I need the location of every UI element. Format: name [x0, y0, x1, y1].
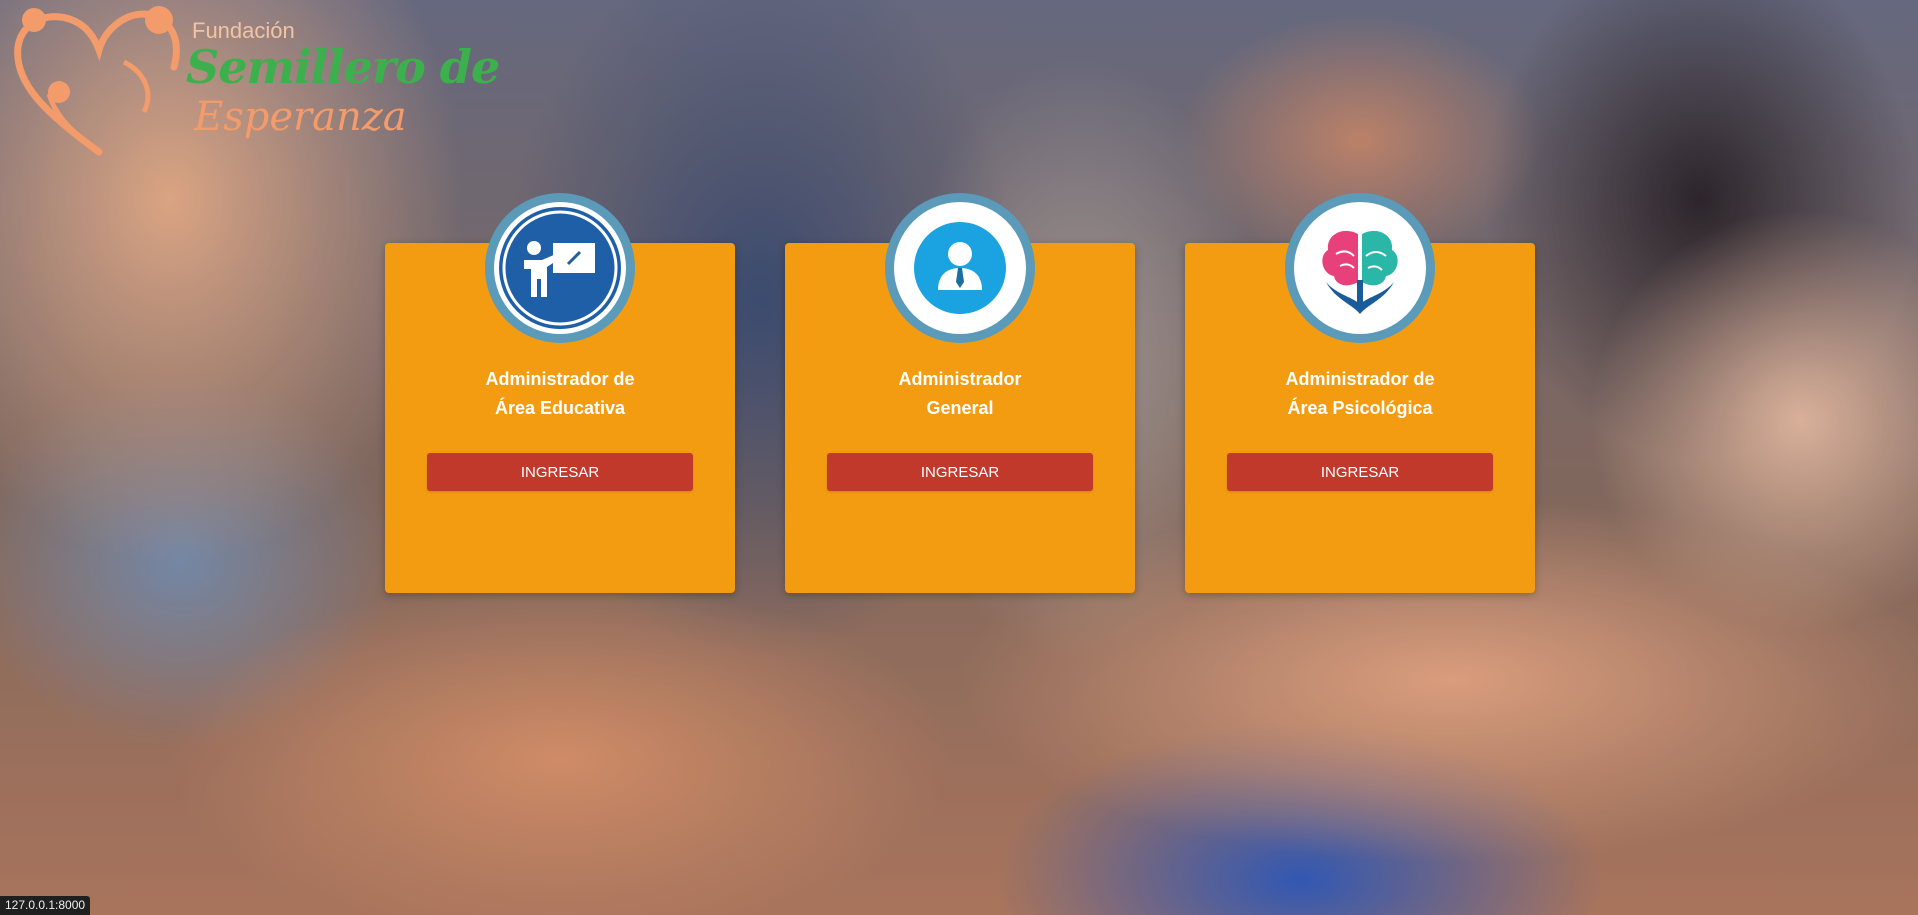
card-area-psicologica: Administrador de Área Psicológica INGRES… — [1185, 193, 1535, 593]
card-title-line1: Administrador de — [1285, 369, 1435, 389]
card-title: Administrador de Área Educativa — [385, 365, 735, 423]
card-title: Administrador General — [785, 365, 1135, 423]
logo-line-semillero: Semillero de — [186, 40, 500, 94]
card-title-line2: Área Psicológica — [1287, 398, 1433, 418]
ingresar-general-button[interactable]: INGRESAR — [827, 453, 1093, 491]
card-title-line1: Administrador de — [485, 369, 635, 389]
card-avatar-inner — [1294, 202, 1426, 334]
card-avatar-inner — [894, 202, 1026, 334]
foundation-logo: Fundación Semillero de Esperanza — [4, 2, 500, 162]
brain-icon — [1322, 230, 1398, 314]
teacher-board-icon — [499, 207, 621, 329]
card-title: Administrador de Área Psicológica — [1185, 365, 1535, 423]
card-avatar-ring — [1285, 193, 1435, 343]
card-title-line1: Administrador — [898, 369, 1022, 389]
card-area-educativa: Administrador de Área Educativa INGRESAR — [385, 193, 735, 593]
status-bar-url: 127.0.0.1:8000 — [0, 896, 91, 915]
card-avatar-ring — [485, 193, 635, 343]
card-title-line2: General — [926, 398, 994, 418]
user-tie-icon — [914, 222, 1006, 314]
login-selection-page: Fundación Semillero de Esperanza Adminis… — [0, 0, 1918, 915]
card-title-line2: Área Educativa — [494, 398, 626, 418]
card-general: Administrador General INGRESAR — [785, 193, 1135, 593]
heart-logo-icon — [14, 6, 180, 156]
ingresar-psicologica-button[interactable]: INGRESAR — [1227, 453, 1493, 491]
card-avatar-ring — [885, 193, 1035, 343]
card-avatar-inner — [494, 202, 626, 334]
logo-line-esperanza: Esperanza — [194, 94, 407, 140]
ingresar-educativa-button[interactable]: INGRESAR — [427, 453, 693, 491]
